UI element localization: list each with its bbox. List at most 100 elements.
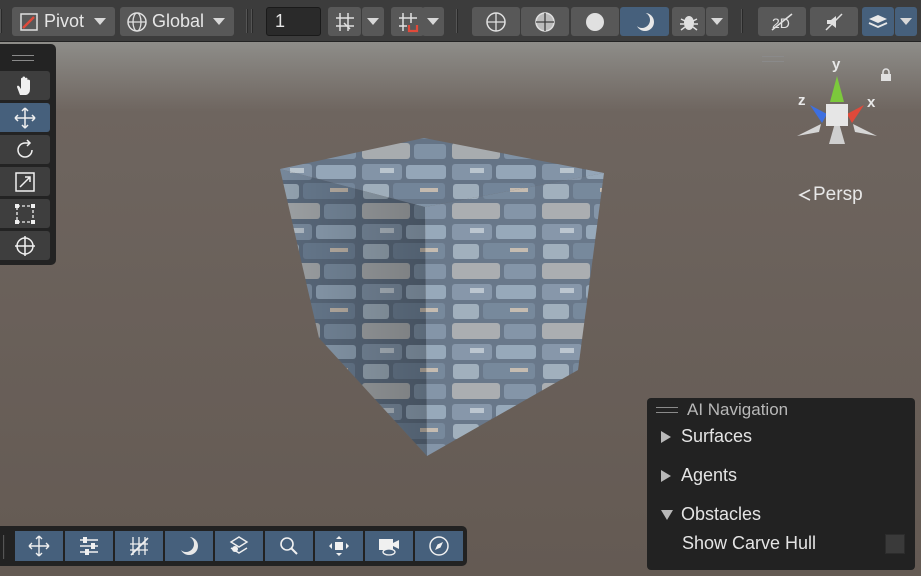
sliders-icon — [80, 537, 98, 555]
show-carve-hull-label: Show Carve Hull — [682, 533, 817, 553]
move-overlay-button[interactable] — [15, 531, 63, 561]
search-overlay-button[interactable] — [265, 531, 313, 561]
surfaces-label: Surfaces — [681, 426, 753, 446]
chevron-down-icon — [711, 18, 723, 25]
ai-navigation-grip[interactable] — [656, 407, 678, 413]
navigation-overlay-button[interactable] — [415, 531, 463, 561]
scale-tool-button[interactable] — [0, 167, 50, 196]
scale-icon — [15, 171, 35, 192]
lighting-overlay-button[interactable] — [165, 531, 213, 561]
ai-navigation-title: AI Navigation — [687, 400, 789, 419]
snap-increment-value: 1 — [275, 11, 286, 31]
scene-toolbar: Pivot Global 1 2D — [0, 0, 921, 42]
scene-effects-dropdown[interactable] — [895, 7, 917, 36]
scene-effects-button[interactable] — [862, 7, 894, 36]
lit-sphere-icon — [178, 536, 198, 555]
rotate-tool-button[interactable] — [0, 135, 50, 164]
solid-sphere-icon — [586, 12, 604, 31]
hand-icon — [17, 76, 30, 95]
view-tool-button[interactable] — [0, 71, 50, 100]
pivot-label: Pivot — [44, 11, 85, 31]
transform-icon — [15, 235, 35, 256]
agents-foldout[interactable]: Agents — [661, 465, 737, 486]
chevron-right-icon — [661, 469, 671, 482]
chevron-down-icon — [213, 18, 226, 25]
audio-muted-icon — [825, 12, 843, 31]
shaded-wireframe-sphere-icon — [535, 11, 555, 32]
shading-lit-button[interactable] — [620, 7, 669, 36]
projection-label: Persp — [813, 184, 863, 205]
ai-navigation-panel: AI Navigation Surfaces Agents Obstacles … — [647, 398, 915, 570]
chevron-left-icon — [798, 189, 811, 201]
snap-increment-field[interactable]: 1 — [266, 7, 321, 36]
search-icon — [280, 537, 298, 555]
toolbar-separator — [0, 9, 2, 33]
bug-icon — [679, 15, 698, 31]
grid-snap-dropdown[interactable] — [362, 7, 384, 36]
tools-palette — [0, 44, 56, 265]
show-carve-hull-checkbox[interactable] — [885, 534, 905, 554]
audio-toggle-button[interactable] — [810, 7, 858, 36]
layers-icon — [868, 14, 888, 28]
2d-toggle-icon: 2D — [771, 12, 793, 31]
move-arrows-icon — [28, 535, 50, 557]
space-dropdown[interactable]: Global — [120, 7, 234, 36]
wireframe-sphere-icon — [486, 11, 506, 32]
shading-shaded-wireframe-button[interactable] — [521, 7, 569, 36]
space-label: Global — [152, 11, 205, 31]
toolbar-separator — [3, 535, 5, 559]
gizmo-grip[interactable] — [762, 56, 784, 62]
overlay-toolbar — [0, 526, 467, 566]
scene-view-camera-overlay-button[interactable] — [315, 531, 363, 561]
grid-and-snap-button[interactable] — [115, 531, 163, 561]
chevron-down-icon — [900, 18, 912, 25]
transform-tool-button[interactable] — [0, 231, 50, 260]
chevron-right-icon — [661, 430, 671, 443]
obstacles-label: Obstacles — [681, 504, 762, 524]
grid-icon — [130, 537, 149, 556]
debug-draw-mode-dropdown[interactable] — [706, 7, 728, 36]
rect-transform-icon — [15, 203, 35, 224]
agents-label: Agents — [681, 465, 738, 485]
globe-icon — [127, 11, 147, 32]
gizmo-x-label: x — [867, 94, 876, 111]
lit-sphere-icon — [633, 11, 654, 31]
grid-snap-icon — [335, 12, 354, 31]
move-arrows-icon — [14, 106, 36, 129]
toolbar-separator — [741, 9, 743, 33]
scene-gizmo[interactable]: y x z — [762, 56, 891, 160]
rect-tool-button[interactable] — [0, 199, 50, 228]
2d-mode-button[interactable]: 2D — [758, 7, 806, 36]
incremental-snap-button[interactable] — [391, 7, 424, 36]
incremental-snap-dropdown[interactable] — [422, 7, 444, 36]
shading-unlit-button[interactable] — [571, 7, 619, 36]
show-carve-hull-row[interactable]: Show Carve Hull — [682, 533, 816, 554]
camera-move-icon — [329, 536, 349, 556]
projection-toggle[interactable]: Persp — [797, 184, 863, 206]
move-tool-button[interactable] — [0, 103, 50, 132]
snap-magnet-icon — [398, 12, 418, 32]
debug-draw-mode-button[interactable] — [672, 7, 705, 36]
obstacles-foldout[interactable]: Obstacles — [661, 504, 761, 525]
grid-snap-button[interactable] — [328, 7, 361, 36]
cameras-overlay-button[interactable] — [365, 531, 413, 561]
orientation-overlay-button[interactable] — [215, 531, 263, 561]
chevron-down-icon — [427, 18, 439, 25]
camera-eye-icon — [379, 539, 399, 556]
gizmo-y-label: y — [832, 56, 841, 73]
chevron-down-icon — [94, 18, 107, 25]
rotate-icon — [17, 138, 33, 158]
surfaces-foldout[interactable]: Surfaces — [661, 426, 752, 447]
toolbar-separator — [251, 9, 253, 33]
gizmo-z-label: z — [798, 92, 806, 109]
toolbar-separator — [456, 9, 458, 33]
shading-wireframe-button[interactable] — [472, 7, 520, 36]
compass-icon — [429, 536, 449, 556]
pivot-dropdown[interactable]: Pivot — [12, 7, 115, 36]
chevron-down-icon — [661, 509, 673, 520]
pivot-icon — [20, 12, 38, 31]
tool-settings-button[interactable] — [65, 531, 113, 561]
chevron-down-icon — [367, 18, 379, 25]
toolbar-separator — [246, 9, 248, 33]
tools-grip[interactable] — [12, 55, 34, 61]
